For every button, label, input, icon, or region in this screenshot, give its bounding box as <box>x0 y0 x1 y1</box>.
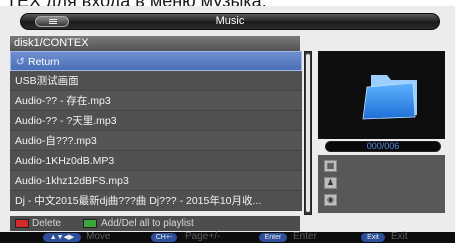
list-item[interactable]: Dj - 中文2015最新dj曲???曲 Dj??? - 2015年10月收..… <box>10 191 302 211</box>
grid-icon: ▦ <box>324 160 337 172</box>
green-key-icon <box>83 219 97 228</box>
page-label: Page+/- <box>185 231 221 242</box>
folder-icon <box>362 75 417 120</box>
music-browser-screen: Music disk1/CONTEX ↺ Return USB测试画面 Audio… <box>0 6 455 243</box>
enter-key-icon: Enter <box>259 233 287 242</box>
preview-pane <box>318 51 445 139</box>
red-key-icon <box>15 219 29 228</box>
return-icon: ↺ <box>16 56 25 68</box>
move-key-icon: ▲▼◀▶ <box>43 233 81 242</box>
move-label: Move <box>86 231 111 242</box>
file-name: Return <box>28 56 60 68</box>
exit-key-icon: Exit <box>361 233 385 242</box>
path-bar: disk1/CONTEX <box>10 36 300 51</box>
list-item[interactable]: Audio-1KHz0dB.MP3 <box>10 151 302 171</box>
remote-keys-bar: ▲▼◀▶ Move CH+- Page+/- Enter Enter Exit … <box>0 231 455 243</box>
info-panel: ▦ ♟ ◉ <box>318 155 445 213</box>
add-del-hint: Add/Del all to playlist <box>101 218 194 229</box>
enter-label: Enter <box>293 231 317 242</box>
person-icon: ♟ <box>324 177 337 189</box>
color-key-hints: Delete Add/Del all to playlist <box>10 216 300 231</box>
scrollbar[interactable] <box>304 51 312 215</box>
exit-label: Exit <box>391 231 408 242</box>
delete-hint: Delete <box>32 218 61 229</box>
file-counter: 000/006 <box>325 141 441 152</box>
title-bar: Music <box>20 13 440 30</box>
app-title: Music <box>215 15 245 27</box>
list-item[interactable]: Audio-1khz12dBFS.mp3 <box>10 171 302 191</box>
page-key-icon: CH+- <box>151 233 177 242</box>
list-item[interactable]: Audio-?? - 存在.mp3 <box>10 91 302 111</box>
scrollbar-thumb[interactable] <box>306 54 310 212</box>
list-item-return[interactable]: ↺ Return <box>10 51 302 71</box>
list-item[interactable]: USB测试画面 <box>10 71 302 91</box>
disc-icon: ◉ <box>324 194 337 206</box>
list-item[interactable]: Audio-自???.mp3 <box>10 131 302 151</box>
list-item[interactable]: Audio-?? - ?天里.mp3 <box>10 111 302 131</box>
file-list[interactable]: ↺ Return USB测试画面 Audio-?? - 存在.mp3 Audio-… <box>10 51 302 215</box>
